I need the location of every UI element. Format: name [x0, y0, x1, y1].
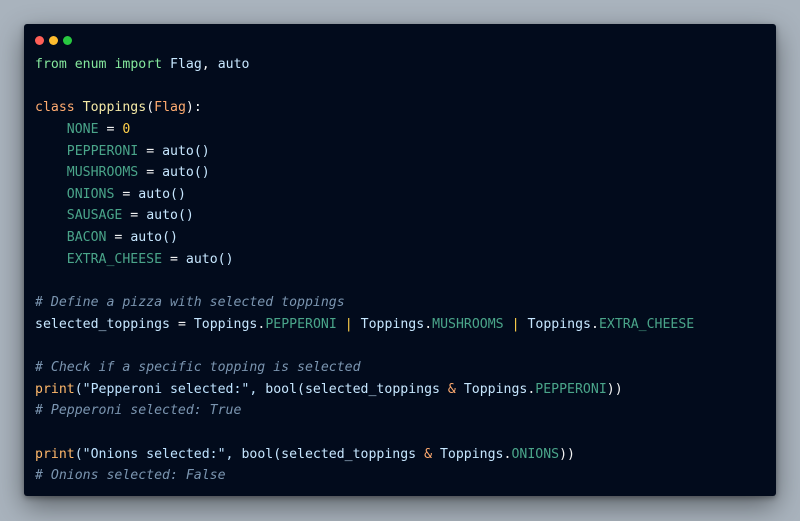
window-controls [35, 36, 72, 45]
bool-call: bool(selected_toppings [241, 446, 417, 462]
minimize-dot-icon[interactable] [49, 36, 58, 45]
print-fn: print [35, 446, 75, 462]
member-value: auto() [138, 186, 186, 202]
comma: , [201, 57, 210, 72]
code-line-print2: print("Onions selected:", bool(selected_… [35, 444, 694, 466]
member-value: auto() [146, 208, 194, 224]
member-name: EXTRA_CHEESE [66, 251, 163, 267]
member-name: ONIONS [66, 186, 115, 202]
code-line-class: class Toppings(Flag): [35, 97, 694, 119]
code-line-import: from enum import Flag, auto [35, 54, 694, 76]
close-dot-icon[interactable] [35, 36, 44, 45]
print-string: ("Pepperoni selected:", [74, 381, 258, 397]
class-ref: Toppings [463, 381, 528, 397]
member-name: MUSHROOMS [66, 165, 139, 181]
comment-pepperoni-result: # Pepperoni selected: True [35, 403, 242, 419]
member-line-mushrooms: MUSHROOMS = auto() [35, 162, 694, 184]
member-name: NONE [66, 121, 99, 137]
and-operator: & [447, 381, 456, 397]
comment-define: # Define a pizza with selected toppings [35, 295, 345, 311]
equals: = [170, 251, 178, 267]
keyword-from: from [35, 57, 67, 72]
attr-ref: PEPPERONI [265, 316, 337, 332]
attr-ref: PEPPERONI [535, 381, 607, 397]
class-ref: Toppings [439, 446, 504, 462]
print-fn: print [35, 381, 75, 397]
member-name: SAUSAGE [66, 208, 123, 224]
equals: = [146, 143, 155, 159]
base-class: Flag [154, 100, 186, 116]
and-operator: & [424, 446, 433, 462]
maximize-dot-icon[interactable] [63, 36, 72, 45]
pipe-operator: | [344, 316, 353, 332]
equals: = [146, 165, 155, 181]
dot: . [424, 316, 433, 332]
member-name: PEPPERONI [66, 143, 139, 159]
import-auto: auto [217, 57, 250, 72]
equals: = [106, 121, 115, 137]
member-line-extra-cheese: EXTRA_CHEESE = auto() [35, 249, 694, 271]
var-selected-toppings: selected_toppings [35, 316, 170, 332]
import-flag: Flag [170, 57, 202, 72]
bool-call: bool(selected_toppings [265, 381, 440, 397]
member-name: BACON [66, 230, 107, 246]
comment-onions-result: # Onions selected: False [35, 468, 226, 484]
paren-open: ( [146, 100, 155, 116]
attr-ref: MUSHROOMS [432, 316, 504, 332]
attr-ref: ONIONS [511, 446, 560, 462]
print-string: ("Onions selected:", [74, 446, 234, 462]
member-line-pepperoni: PEPPERONI = auto() [35, 141, 694, 163]
class-ref: Toppings [193, 316, 258, 332]
paren-close: )) [559, 446, 575, 462]
code-block: from enum import Flag, auto class Topping… [35, 54, 694, 487]
class-name: Toppings [82, 100, 147, 116]
equals: = [177, 316, 186, 332]
code-line-print1: print("Pepperoni selected:", bool(select… [35, 379, 694, 401]
paren-close: )) [606, 381, 623, 397]
equals: = [122, 186, 131, 202]
pipe-operator: | [511, 316, 520, 332]
member-line-onions: ONIONS = auto() [35, 184, 694, 206]
member-value: auto() [162, 143, 210, 159]
member-line-sausage: SAUSAGE = auto() [35, 205, 694, 227]
member-line-none: NONE = 0 [35, 119, 694, 141]
paren-close-colon: ): [185, 100, 202, 116]
equals: = [114, 230, 123, 246]
module-enum: enum [74, 57, 107, 72]
member-line-bacon: BACON = auto() [35, 227, 694, 249]
comment-check: # Check if a specific topping is selecte… [35, 359, 361, 375]
dot: . [591, 316, 599, 332]
code-window: from enum import Flag, auto class Topping… [24, 24, 776, 496]
class-ref: Toppings [527, 316, 591, 332]
keyword-import: import [114, 57, 163, 72]
member-value: auto() [162, 165, 210, 181]
code-line-selected: selected_toppings = Toppings. PEPPERONI |… [35, 314, 694, 336]
equals: = [130, 208, 139, 224]
class-ref: Toppings [360, 316, 425, 332]
member-value: auto() [185, 251, 234, 267]
attr-ref: EXTRA_CHEESE [598, 316, 695, 332]
keyword-class: class [35, 100, 75, 116]
member-value: auto() [130, 230, 178, 246]
member-value: 0 [122, 121, 131, 137]
